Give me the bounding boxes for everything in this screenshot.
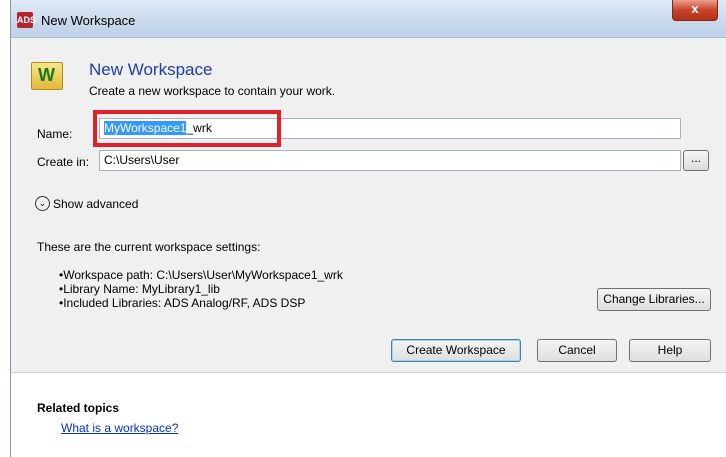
new-workspace-dialog: ADS New Workspace x W New Workspace Crea… xyxy=(10,0,726,457)
settings-item: •Included Libraries: ADS Analog/RF, ADS … xyxy=(59,296,306,310)
show-advanced-toggle[interactable]: Show advanced xyxy=(53,197,138,211)
settings-item: •Library Name: MyLibrary1_lib xyxy=(59,282,220,296)
close-button[interactable]: x xyxy=(672,0,718,21)
name-label: Name: xyxy=(37,127,73,141)
create-in-input[interactable]: C:\Users\User xyxy=(99,150,681,171)
title-bar[interactable]: ADS New Workspace x xyxy=(11,0,726,38)
create-in-value: C:\Users\User xyxy=(104,153,180,167)
header-title: New Workspace xyxy=(89,60,213,79)
help-button[interactable]: Help xyxy=(629,339,711,362)
expand-chevron-icon[interactable]: ⌄ xyxy=(35,196,50,211)
related-topics-title: Related topics xyxy=(37,401,120,415)
cancel-button[interactable]: Cancel xyxy=(537,339,617,362)
highlight-box xyxy=(93,110,281,147)
what-is-workspace-link[interactable]: What is a workspace? xyxy=(61,421,178,435)
header-subtitle: Create a new workspace to contain your w… xyxy=(89,84,336,98)
browse-button[interactable]: ... xyxy=(683,150,709,171)
create-workspace-button[interactable]: Create Workspace xyxy=(391,339,521,362)
ads-app-icon: ADS xyxy=(17,12,36,28)
create-in-label: Create in: xyxy=(37,155,90,169)
settings-list: •Workspace path: C:\Users\User\MyWorkspa… xyxy=(59,268,343,310)
workspace-icon-letter: W xyxy=(38,65,55,85)
change-libraries-button[interactable]: Change Libraries... xyxy=(597,288,711,311)
settings-intro: These are the current workspace settings… xyxy=(37,240,261,254)
settings-item: •Workspace path: C:\Users\User\MyWorkspa… xyxy=(59,268,343,282)
related-topics-panel: Related topics What is a workspace? xyxy=(11,373,726,457)
window-title: New Workspace xyxy=(41,13,136,28)
dialog-header: W New Workspace Create a new workspace t… xyxy=(11,38,726,102)
workspace-icon: W xyxy=(31,62,63,90)
